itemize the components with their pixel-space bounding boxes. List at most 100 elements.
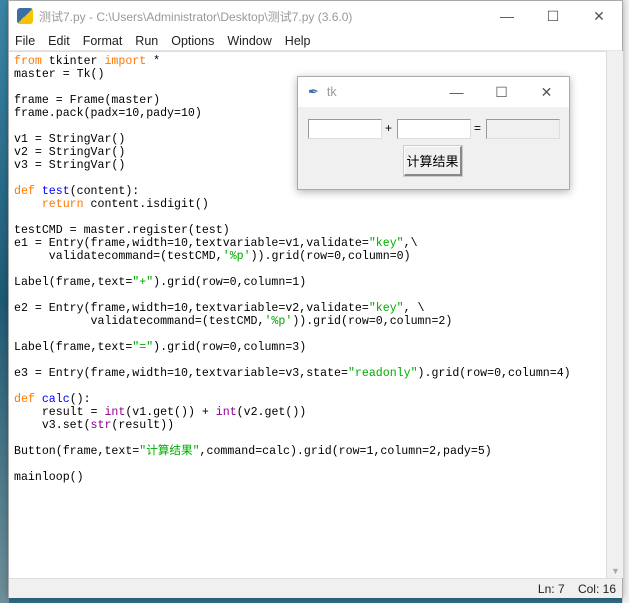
code-line: return content.isdigit() — [14, 198, 571, 211]
window-title: 测试7.py - C:\Users\Administrator\Desktop\… — [39, 9, 353, 24]
code-token: "计算结果" — [139, 445, 200, 458]
plus-label: + — [385, 121, 393, 135]
code-token: Button(frame,text= — [14, 445, 140, 458]
code-token: (v1.get()) + — [125, 406, 216, 419]
code-token: mainloop() — [14, 471, 84, 484]
equals-label: = — [474, 121, 482, 135]
calculate-button[interactable]: 计算结果 — [403, 145, 463, 177]
number2-entry[interactable] — [397, 119, 471, 139]
code-token: )).grid(row=0,column=2) — [292, 315, 453, 328]
tk-title-bar: ✒ tk — ☐ ✕ — [298, 77, 569, 107]
tk-window-title: tk — [326, 85, 337, 99]
vertical-scrollbar[interactable]: ▼ — [606, 51, 623, 578]
code-token: e2 = Entry(frame,width=10,textvariable=v… — [14, 302, 369, 315]
code-token: (): — [69, 393, 91, 406]
code-token: )).grid(row=0,column=0) — [250, 250, 411, 263]
code-token: "key" — [368, 237, 404, 250]
close-button[interactable]: ✕ — [576, 8, 622, 25]
code-token: int — [104, 406, 126, 419]
code-line: def calc(): — [14, 393, 571, 406]
number1-entry[interactable] — [308, 119, 382, 139]
code-token: "+" — [132, 276, 154, 289]
menu-edit[interactable]: Edit — [48, 34, 70, 48]
menu-file[interactable]: File — [15, 34, 35, 48]
result-entry — [486, 119, 560, 139]
code-token: result = — [14, 406, 105, 419]
code-line: validatecommand=(testCMD,'%p')).grid(row… — [14, 250, 571, 263]
code-line: result = int(v1.get()) + int(v2.get()) — [14, 406, 571, 419]
code-token: int — [215, 406, 237, 419]
code-token: validatecommand=(testCMD, — [14, 315, 265, 328]
code-token: master = Tk() — [14, 68, 105, 81]
code-token: v3.set( — [14, 419, 91, 432]
code-token: ,\ — [403, 237, 418, 250]
code-token: return — [41, 198, 84, 211]
minimize-button[interactable]: — — [484, 8, 530, 24]
code-line: e1 = Entry(frame,width=10,textvariable=v… — [14, 237, 571, 250]
code-token: def — [14, 393, 35, 406]
code-line: ​ — [14, 263, 571, 276]
tk-close-button[interactable]: ✕ — [524, 84, 569, 101]
code-token: '%p' — [264, 315, 293, 328]
code-token: v3 = StringVar() — [14, 159, 126, 172]
tk-minimize-button[interactable]: — — [434, 84, 479, 100]
code-token: from — [14, 55, 42, 68]
menu-options[interactable]: Options — [171, 34, 214, 48]
column-number: Col: 16 — [577, 582, 616, 596]
menu-run[interactable]: Run — [135, 34, 158, 48]
code-token: calc — [41, 393, 70, 406]
code-line: e2 = Entry(frame,width=10,textvariable=v… — [14, 302, 571, 315]
tk-window: ✒ tk — ☐ ✕ + = 计算结果 — [297, 76, 570, 190]
code-token: def — [14, 185, 35, 198]
code-line: validatecommand=(testCMD,'%p')).grid(row… — [14, 315, 571, 328]
code-token: * — [146, 55, 161, 68]
code-token: validatecommand=(testCMD, — [14, 250, 223, 263]
code-token: ,command=calc).grid(row=1,column=2,pady=… — [199, 445, 492, 458]
code-line: from tkinter import * — [14, 55, 571, 68]
code-token: (v2.get()) — [236, 406, 307, 419]
code-line: ​ — [14, 380, 571, 393]
code-token: e3 = Entry(frame,width=10,textvariable=v… — [14, 367, 348, 380]
code-line: e3 = Entry(frame,width=10,textvariable=v… — [14, 367, 571, 380]
code-token: v1 = StringVar() — [14, 133, 126, 146]
tk-maximize-button[interactable]: ☐ — [479, 84, 524, 101]
maximize-button[interactable]: ☐ — [530, 8, 576, 25]
title-bar: 测试7.py - C:\Users\Administrator\Desktop\… — [9, 1, 622, 31]
code-token: testCMD = master.register(test) — [14, 224, 230, 237]
code-line: ​ — [14, 328, 571, 341]
code-line: ​ — [14, 432, 571, 445]
code-token: Label(frame,text= — [14, 341, 133, 354]
code-line: ​ — [14, 289, 571, 302]
code-line: ​ — [14, 211, 571, 224]
background-window — [622, 0, 629, 603]
code-token: ).grid(row=0,column=1) — [153, 276, 307, 289]
code-token: tkinter — [41, 55, 105, 68]
menu-help[interactable]: Help — [285, 34, 311, 48]
code-token: frame.pack(padx=10,pady=10) — [14, 107, 202, 120]
code-token: (content): — [69, 185, 140, 198]
scroll-down-arrow-icon[interactable]: ▼ — [611, 566, 620, 576]
code-token: content.isdigit() — [83, 198, 209, 211]
python-file-icon — [17, 8, 33, 24]
code-line: ​ — [14, 458, 571, 471]
code-line: Button(frame,text="计算结果",command=calc).g… — [14, 445, 571, 458]
code-line: ​ — [14, 354, 571, 367]
menu-format[interactable]: Format — [83, 34, 123, 48]
code-token: "=" — [132, 341, 154, 354]
code-token: '%p' — [222, 250, 251, 263]
code-token: v2 = StringVar() — [14, 146, 126, 159]
code-line: Label(frame,text="=").grid(row=0,column=… — [14, 341, 571, 354]
code-token: str — [90, 419, 112, 432]
code-line: mainloop() — [14, 471, 571, 484]
menu-window[interactable]: Window — [227, 34, 271, 48]
code-token: , \ — [403, 302, 425, 315]
code-token: ).grid(row=0,column=3) — [153, 341, 307, 354]
line-number: Ln: 7 — [537, 582, 565, 596]
status-bar: Ln: 7 Col: 16 — [9, 578, 622, 598]
code-token: e1 = Entry(frame,width=10,textvariable=v… — [14, 237, 369, 250]
code-line: testCMD = master.register(test) — [14, 224, 571, 237]
code-token: import — [104, 55, 147, 68]
code-token: test — [41, 185, 70, 198]
